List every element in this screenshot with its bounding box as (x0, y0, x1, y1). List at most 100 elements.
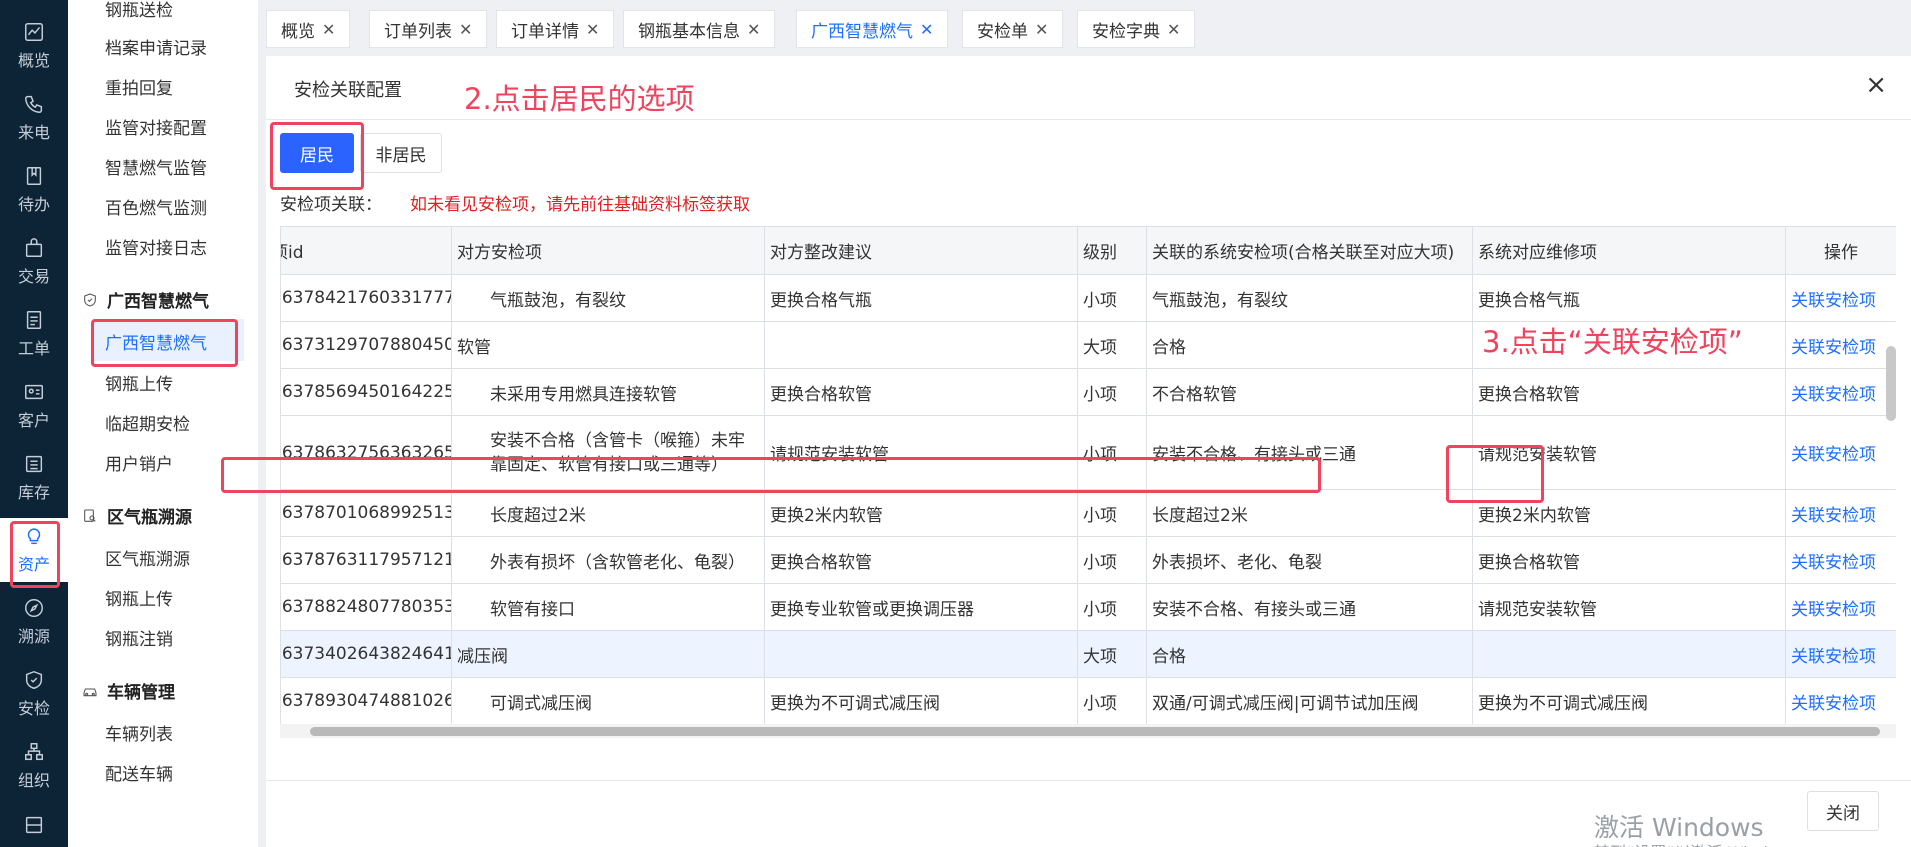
cell-advice: 更换为不可调式减压阀 (764, 677, 1078, 724)
tab-overview[interactable]: 概览 ✕ (266, 10, 351, 48)
close-icon[interactable]: ✕ (459, 20, 472, 39)
submenu-item[interactable]: 用户销户 (105, 450, 173, 475)
rail-item-trade[interactable]: 交易 (0, 230, 68, 294)
cell-level: 小项 (1077, 415, 1147, 490)
rail-item-overview[interactable]: 概览 (0, 14, 68, 78)
cell-sys-item: 安装不合格、有接头或三通 (1146, 583, 1473, 631)
rail-item-trace[interactable]: 溯源 (0, 590, 68, 654)
link-associate[interactable]: 关联安检项 (1785, 536, 1896, 584)
cell-item: 气瓶鼓泡，有裂纹 (451, 274, 765, 322)
sub-menu: 钢瓶送检 档案申请记录 重拍回复 监管对接配置 智慧燃气监管 百色燃气监测 监管… (68, 0, 258, 847)
tab-guangxi[interactable]: 广西智慧燃气 ✕ (796, 10, 949, 48)
rail-item-calls[interactable]: 来电 (0, 86, 68, 150)
cell-advice: 请规范安装软管 (764, 415, 1078, 490)
submenu-group-vehicle[interactable]: 车辆管理 (82, 678, 175, 703)
submenu-item-guangxi-active[interactable]: 广西智慧燃气 (105, 329, 207, 354)
table-row: 36378632756363265 安装不合格（含管卡（喉箍）未牢靠固定、软管有接… (280, 415, 1896, 490)
rail-item-inventory[interactable]: 库存 (0, 446, 68, 510)
submenu-item[interactable]: 档案申请记录 (105, 34, 207, 59)
submenu-item[interactable]: 临超期安检 (105, 410, 190, 435)
link-associate[interactable]: 关联安检项 (1785, 368, 1896, 416)
submenu-item[interactable]: 钢瓶送检 (105, 0, 173, 21)
rail-item-label: 溯源 (17, 627, 50, 646)
cell-item: 软管 (451, 321, 765, 369)
table-row: 36378421760331777 气瓶鼓泡，有裂纹 更换合格气瓶 小项 气瓶鼓泡，有裂… (280, 274, 1896, 322)
link-associate[interactable]: 关联安检项 (1785, 677, 1896, 724)
close-icon[interactable]: ✕ (322, 20, 335, 39)
resident-tab-button[interactable]: 居民 (280, 133, 354, 173)
submenu-item[interactable]: 钢瓶注销 (105, 625, 173, 650)
tab-inspection-dict[interactable]: 安检字典 ✕ (1077, 10, 1196, 48)
submenu-item[interactable]: 钢瓶上传 (105, 370, 173, 395)
link-associate[interactable]: 关联安检项 (1785, 630, 1896, 678)
submenu-item[interactable]: 百色燃气监测 (105, 194, 207, 219)
rail-item-label: 工单 (17, 339, 50, 358)
submenu-group-label: 车辆管理 (107, 683, 175, 703)
cell-level: 小项 (1077, 536, 1147, 584)
box-icon (25, 816, 43, 834)
tab-label: 安检单 (977, 21, 1028, 42)
submenu-item[interactable]: 智慧燃气监管 (105, 154, 207, 179)
car-icon (83, 687, 97, 696)
link-associate[interactable]: 关联安检项 (1785, 415, 1896, 490)
rail-item-todo[interactable]: 待办 (0, 158, 68, 222)
tab-order-list[interactable]: 订单列表 ✕ (369, 10, 488, 48)
divider (266, 780, 1911, 781)
rail-item-label: 组织 (17, 771, 50, 790)
cell-repair: 请规范安装软管 (1472, 415, 1786, 490)
rail-item-org[interactable]: 组织 (0, 734, 68, 798)
table-row: 36378569450164225 未采用专用燃具连接软管 更换合格软管 小项 不合格软… (280, 368, 1896, 416)
link-associate[interactable]: 关联安检项 (1785, 583, 1896, 631)
tab-inspection-sheet[interactable]: 安检单 ✕ (962, 10, 1064, 48)
link-associate[interactable]: 关联安检项 (1785, 489, 1896, 537)
close-icon[interactable]: ✕ (1167, 20, 1180, 39)
rail-item-more[interactable] (0, 806, 68, 847)
rail-item-inspection[interactable]: 安检 (0, 662, 68, 726)
tab-order-detail[interactable]: 订单详情 ✕ (496, 10, 615, 48)
submenu-item[interactable]: 监管对接配置 (105, 114, 207, 139)
rail-item-label: 来电 (17, 123, 50, 142)
cell-item: 安装不合格（含管卡（喉箍）未牢靠固定、软管有接口或三通等） (451, 415, 765, 490)
cell-advice: 更换合格气瓶 (764, 274, 1078, 322)
tab-cylinder-info[interactable]: 钢瓶基本信息 ✕ (623, 10, 776, 48)
link-associate[interactable]: 关联安检项 (1785, 274, 1896, 322)
org-icon (25, 743, 43, 761)
submenu-item[interactable]: 重拍回复 (105, 74, 173, 99)
submenu-item[interactable]: 监管对接日志 (105, 234, 207, 259)
cell-advice: 更换合格软管 (764, 536, 1078, 584)
table-header-row: 项id 对方安检项 对方整改建议 级别 关联的系统安检项(合格关联至对应大项) … (280, 226, 1896, 275)
close-icon[interactable]: ✕ (920, 20, 933, 39)
rail-item-workorder[interactable]: 工单 (0, 302, 68, 366)
link-associate[interactable]: 关联安检项 (1785, 321, 1896, 369)
close-icon[interactable]: ✕ (1035, 20, 1048, 39)
close-icon[interactable]: × (1865, 72, 1887, 98)
search-doc-icon (84, 508, 96, 522)
scrollbar-thumb[interactable] (310, 727, 1880, 736)
horizontal-scrollbar[interactable] (280, 724, 1896, 738)
close-icon[interactable]: ✕ (747, 20, 760, 39)
rail-item-label: 资产 (17, 555, 50, 574)
submenu-group-guangxi[interactable]: 广西智慧燃气 (82, 287, 209, 312)
inspection-table: 项id 对方安检项 对方整改建议 级别 关联的系统安检项(合格关联至对应大项) … (280, 226, 1896, 724)
close-button[interactable]: 关闭 (1807, 791, 1879, 831)
close-icon[interactable]: ✕ (586, 20, 599, 39)
table-row: 36378701068992513 长度超过2米 更换2米内软管 小项 长度超过2米 更换… (280, 489, 1896, 537)
submenu-item[interactable]: 配送车辆 (105, 760, 173, 785)
submenu-item[interactable]: 钢瓶上传 (105, 585, 173, 610)
assoc-label: 安检项关联： (280, 195, 382, 215)
divider (266, 119, 1911, 120)
rail-item-assets[interactable]: 资产 (0, 518, 68, 582)
rail-item-customer[interactable]: 客户 (0, 374, 68, 438)
icon-rail: 概览 来电 待办 交易 工单 客户 库存 资产 溯源 安检 组织 (0, 0, 68, 847)
cell-sys-item: 长度超过2米 (1146, 489, 1473, 537)
submenu-item[interactable]: 区气瓶溯源 (105, 545, 190, 570)
submenu-item[interactable]: 车辆列表 (105, 720, 173, 745)
cell-level: 小项 (1077, 274, 1147, 322)
non-resident-tab-button[interactable]: 非居民 (360, 133, 442, 173)
column-header: 对方安检项 (451, 226, 765, 275)
submenu-group-trace[interactable]: 区气瓶溯源 (82, 503, 192, 528)
vertical-scrollbar[interactable] (1886, 346, 1896, 421)
rail-item-label: 客户 (17, 411, 50, 430)
cell-advice (764, 321, 1078, 369)
cell-level: 大项 (1077, 321, 1147, 369)
